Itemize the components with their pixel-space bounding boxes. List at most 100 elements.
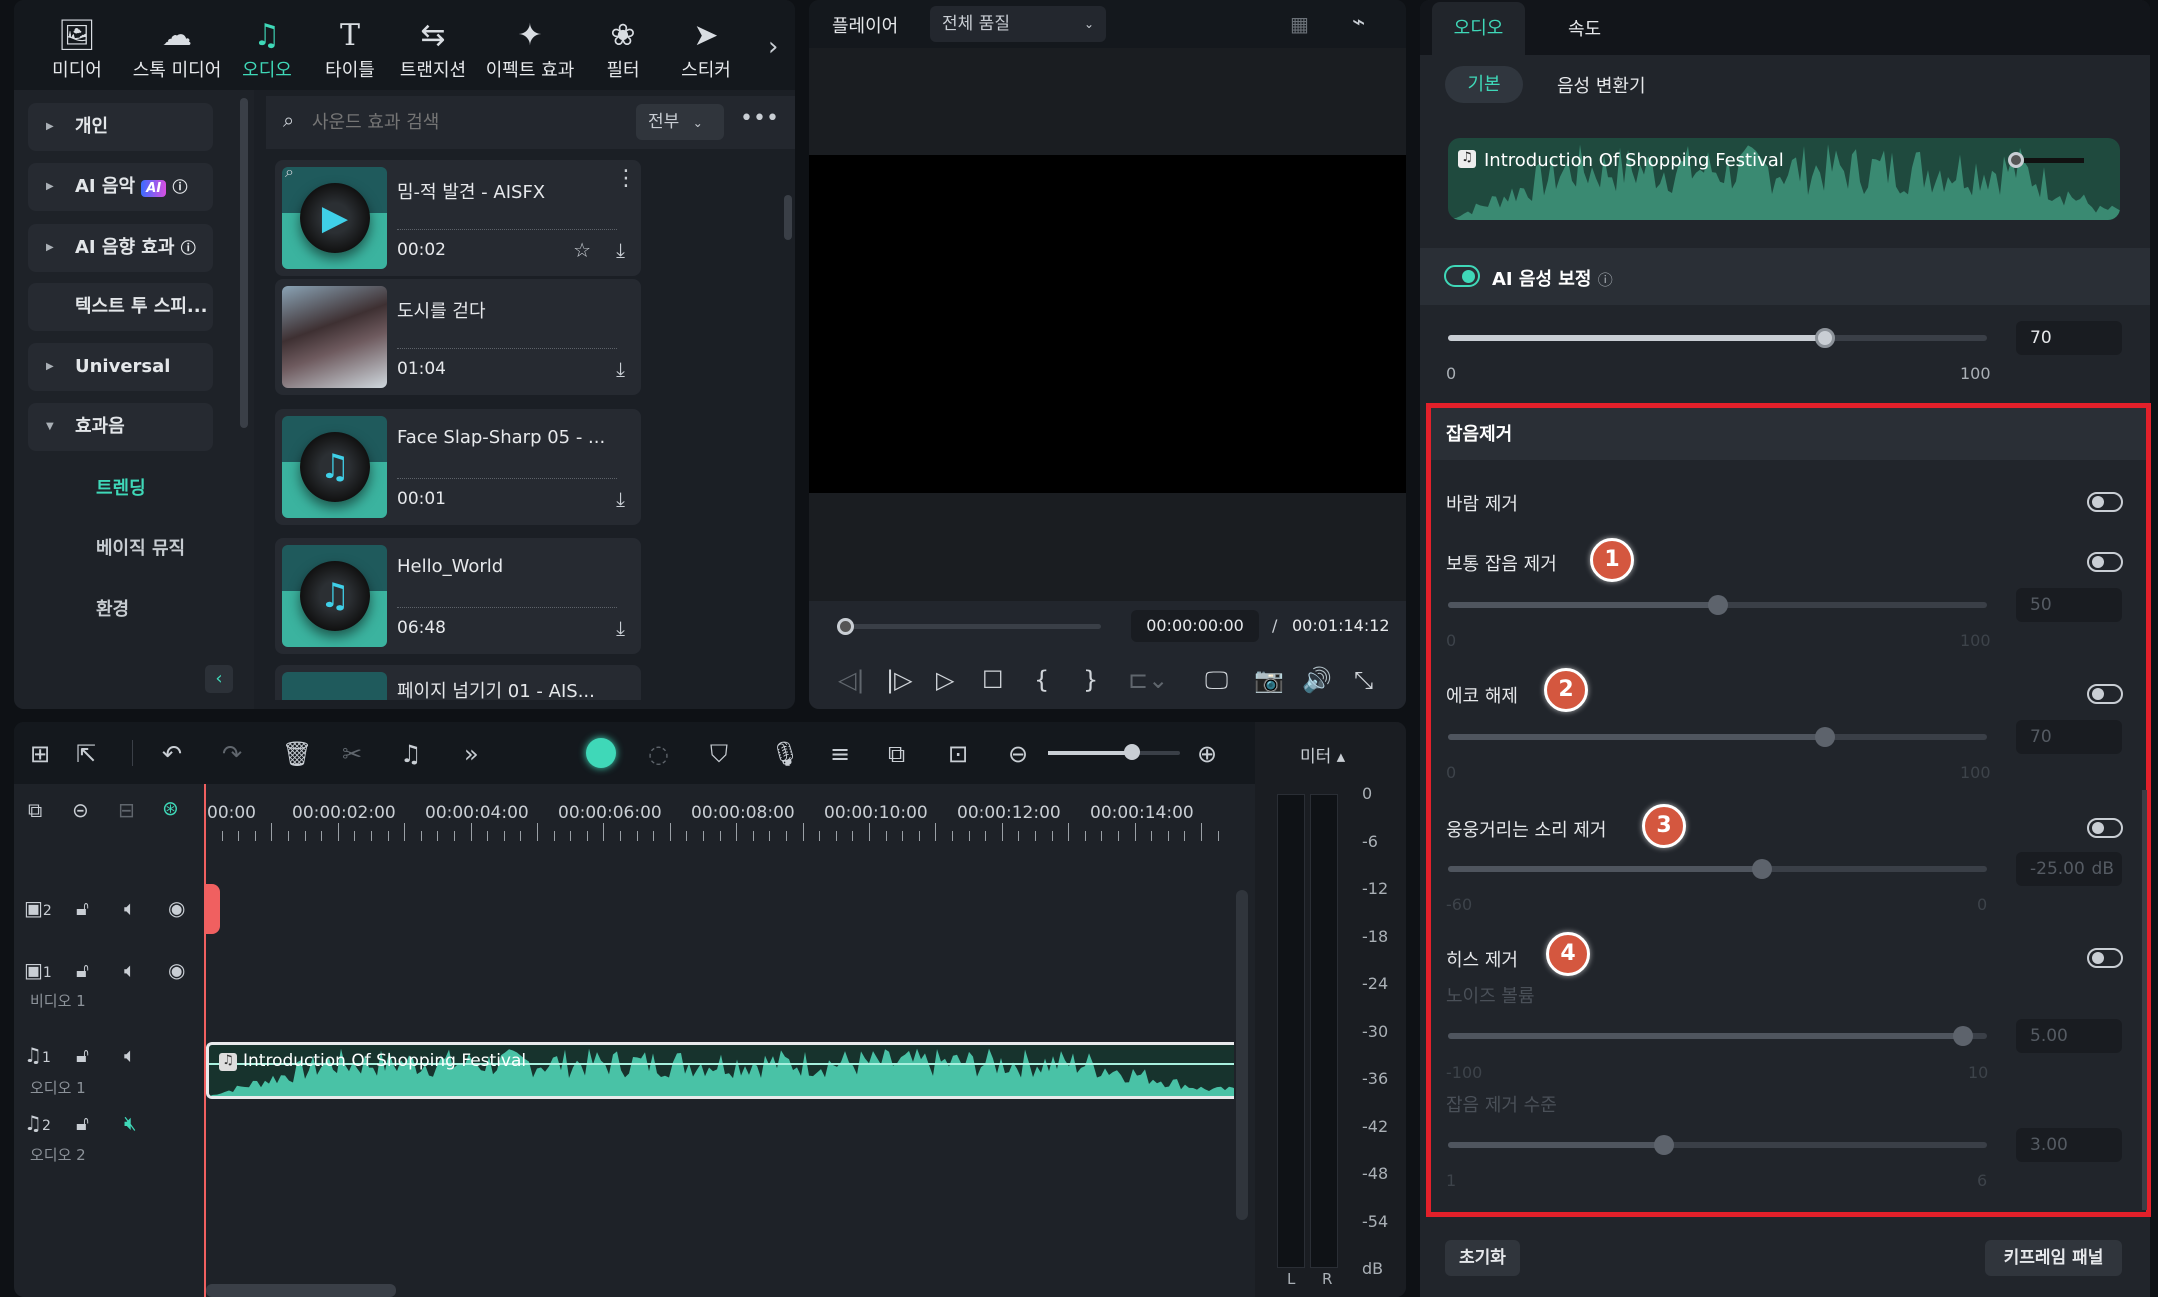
clip-settings-icon[interactable]: ⧉ (888, 740, 905, 768)
playback-progress-slider[interactable] (837, 618, 1101, 635)
denoise-level-slider[interactable] (1448, 1135, 1987, 1155)
volume-icon[interactable]: 🔈︎ (124, 958, 136, 982)
properties-scrollbar[interactable] (2142, 790, 2147, 1210)
fade-handle[interactable] (2008, 152, 2024, 168)
delete-icon[interactable]: 🗑 (282, 740, 312, 768)
layout-grid-icon[interactable]: ⊞ (30, 740, 50, 768)
more-vertical-icon[interactable]: ⋮ (615, 168, 637, 190)
list-scrollbar[interactable] (784, 195, 792, 240)
play-icon[interactable]: ▶ (300, 183, 370, 253)
sidebar-subitem-basic-music[interactable]: 베이직 뮤직 (96, 534, 185, 560)
audio-clip[interactable]: ♫ Introduction Of Shopping Festival (206, 1042, 1234, 1099)
help-icon[interactable]: ⓘ (172, 178, 187, 196)
toolbar-stickers[interactable]: ➤ 스티커 (656, 18, 756, 82)
ai-voice-slider[interactable] (1448, 328, 1987, 348)
lock-icon[interactable]: 🔓︎ (76, 1111, 89, 1135)
eye-icon[interactable]: ◉ (168, 896, 185, 920)
more-tools-icon[interactable]: » (464, 740, 479, 768)
hum-removal-slider[interactable] (1448, 859, 1987, 879)
ai-voice-value[interactable]: 70 (2016, 321, 2122, 355)
tab-speed[interactable]: 속도 (1568, 15, 1601, 41)
ai-assistant-icon[interactable] (586, 738, 616, 768)
download-icon[interactable]: ⤓ (616, 616, 625, 640)
zoom-in-icon[interactable]: ⊕ (1197, 740, 1217, 768)
play-icon[interactable]: ▷ (936, 666, 954, 694)
subtab-basic[interactable]: 기본 (1445, 66, 1523, 103)
render-preview-icon[interactable]: ◌ (648, 740, 669, 768)
keyframe-panel-button[interactable]: 키프레임 패널 (1985, 1240, 2122, 1276)
playhead[interactable] (204, 784, 206, 1297)
reset-button[interactable]: 초기화 (1445, 1240, 1520, 1276)
redo-icon[interactable]: ↷ (222, 740, 242, 768)
lock-icon[interactable]: 🔓︎ (76, 958, 89, 982)
download-icon[interactable]: ⤓ (616, 487, 625, 511)
download-icon[interactable]: ⤓ (616, 238, 625, 262)
toolbar-stock-media[interactable]: ☁ 스톡 미디어 (122, 18, 232, 82)
marker-icon[interactable]: ⛉ (710, 740, 728, 768)
sidebar-item-universal-music[interactable]: ▶Universal Mus... (28, 343, 213, 425)
denoise-level-value[interactable]: 3.00 (2016, 1128, 2122, 1162)
wind-removal-toggle[interactable] (2087, 492, 2123, 512)
ai-voice-toggle[interactable] (1444, 265, 1480, 287)
help-icon[interactable]: ⓘ (181, 239, 196, 257)
clip-preview-waveform[interactable]: ♫ Introduction Of Shopping Festival (1448, 138, 2120, 220)
help-icon[interactable]: ⓘ (1598, 271, 1613, 289)
sidebar-subitem-trending[interactable]: 트렌딩 (96, 474, 146, 500)
timeline-hscrollbar[interactable] (206, 1284, 396, 1297)
eye-icon[interactable]: ◉ (168, 958, 185, 982)
audio-list-icon[interactable]: ≡ (830, 740, 850, 768)
hum-removal-toggle[interactable] (2087, 818, 2123, 838)
meter-dropdown[interactable]: 미터 ▴ (1300, 742, 1345, 767)
snap-magnet-icon[interactable]: ⊛ (162, 796, 179, 820)
volume-icon[interactable]: 🔊 (1302, 666, 1332, 694)
fullscreen-icon[interactable]: ⤡ (1354, 666, 1373, 694)
progress-knob[interactable] (837, 618, 854, 635)
lock-icon[interactable]: 🔓︎ (76, 896, 89, 920)
normal-denoise-toggle[interactable] (2087, 552, 2123, 572)
current-timecode[interactable]: 00:00:00:00 (1131, 610, 1259, 642)
add-track-icon[interactable]: ⧉ (28, 798, 42, 822)
quality-dropdown[interactable]: 전체 품질 ⌄ (930, 6, 1106, 42)
snapshot-camera-icon[interactable]: 📷 (1254, 666, 1284, 694)
star-icon[interactable]: ☆ (573, 238, 591, 262)
group-icon[interactable]: ⊟ (118, 798, 135, 822)
tab-audio[interactable]: 오디오 (1432, 2, 1525, 55)
sidebar-item-personal[interactable]: ▶ 개인 (28, 103, 213, 151)
cut-scissors-icon[interactable]: ✂ (342, 740, 362, 768)
sound-card[interactable]: ♫ Face Slap-Sharp 05 - ... 00:01 ⤓ (275, 409, 641, 525)
search-input[interactable] (312, 106, 612, 138)
collapse-sidebar-button[interactable]: ‹ (205, 665, 233, 693)
zoom-out-icon[interactable]: ⊖ (1008, 740, 1028, 768)
hum-removal-value[interactable]: -25.00 dB (2016, 852, 2122, 886)
sidebar-item-ai-sfx[interactable]: ▶ AI 음향 효과 ⓘ (28, 224, 213, 272)
echo-removal-value[interactable]: 70 (2016, 720, 2122, 754)
toolbar-effects[interactable]: ✦ 이펙트 효과 (470, 18, 590, 82)
audio-split-icon[interactable]: ♫ (400, 740, 422, 768)
echo-removal-toggle[interactable] (2087, 684, 2123, 704)
zoom-preview-icon[interactable]: ⌕ (285, 164, 294, 180)
download-icon[interactable]: ⤓ (616, 357, 625, 381)
lock-icon[interactable]: 🔓︎ (76, 1043, 89, 1067)
sound-card[interactable]: 도시를 걷다 01:04 ⤓ (275, 279, 641, 395)
timeline-vscrollbar[interactable] (1236, 890, 1248, 1220)
noise-volume-slider[interactable] (1448, 1026, 1987, 1046)
mark-in-icon[interactable]: { (1034, 666, 1049, 694)
toolbar-transitions[interactable]: ⇆ 트랜지션 (383, 18, 483, 82)
subtab-voice-changer[interactable]: 음성 변환기 (1557, 72, 1646, 98)
select-pointer-icon[interactable]: ⇱ (76, 740, 96, 768)
sound-card[interactable]: ♫ Hello_World 06:48 ⤓ (275, 538, 641, 654)
filter-dropdown[interactable]: 전부 ⌄ (636, 104, 724, 140)
toolbar-media[interactable]: 🖼 미디어 (27, 18, 127, 82)
sidebar-subitem-ambience[interactable]: 환경 (96, 595, 129, 621)
sound-card[interactable]: 페이지 넘기기 01 - AIS... (275, 665, 641, 700)
sidebar-item-ai-music[interactable]: ▶ AI 음악 AI ⓘ (28, 163, 213, 211)
waveform-monitor-icon[interactable]: ⌁ (1352, 12, 1365, 34)
insert-icon[interactable]: ⊏⌄ (1128, 666, 1168, 694)
more-options-icon[interactable]: ••• (740, 108, 779, 130)
hiss-removal-toggle[interactable] (2087, 948, 2123, 968)
fit-timeline-icon[interactable]: ⊡ (948, 740, 968, 768)
volume-icon[interactable]: 🔈︎ (124, 1043, 136, 1067)
volume-icon[interactable]: 🔈︎ (124, 896, 136, 920)
muted-volume-icon[interactable]: 🔇︎ (124, 1111, 137, 1135)
mark-out-icon[interactable]: } (1083, 666, 1098, 694)
